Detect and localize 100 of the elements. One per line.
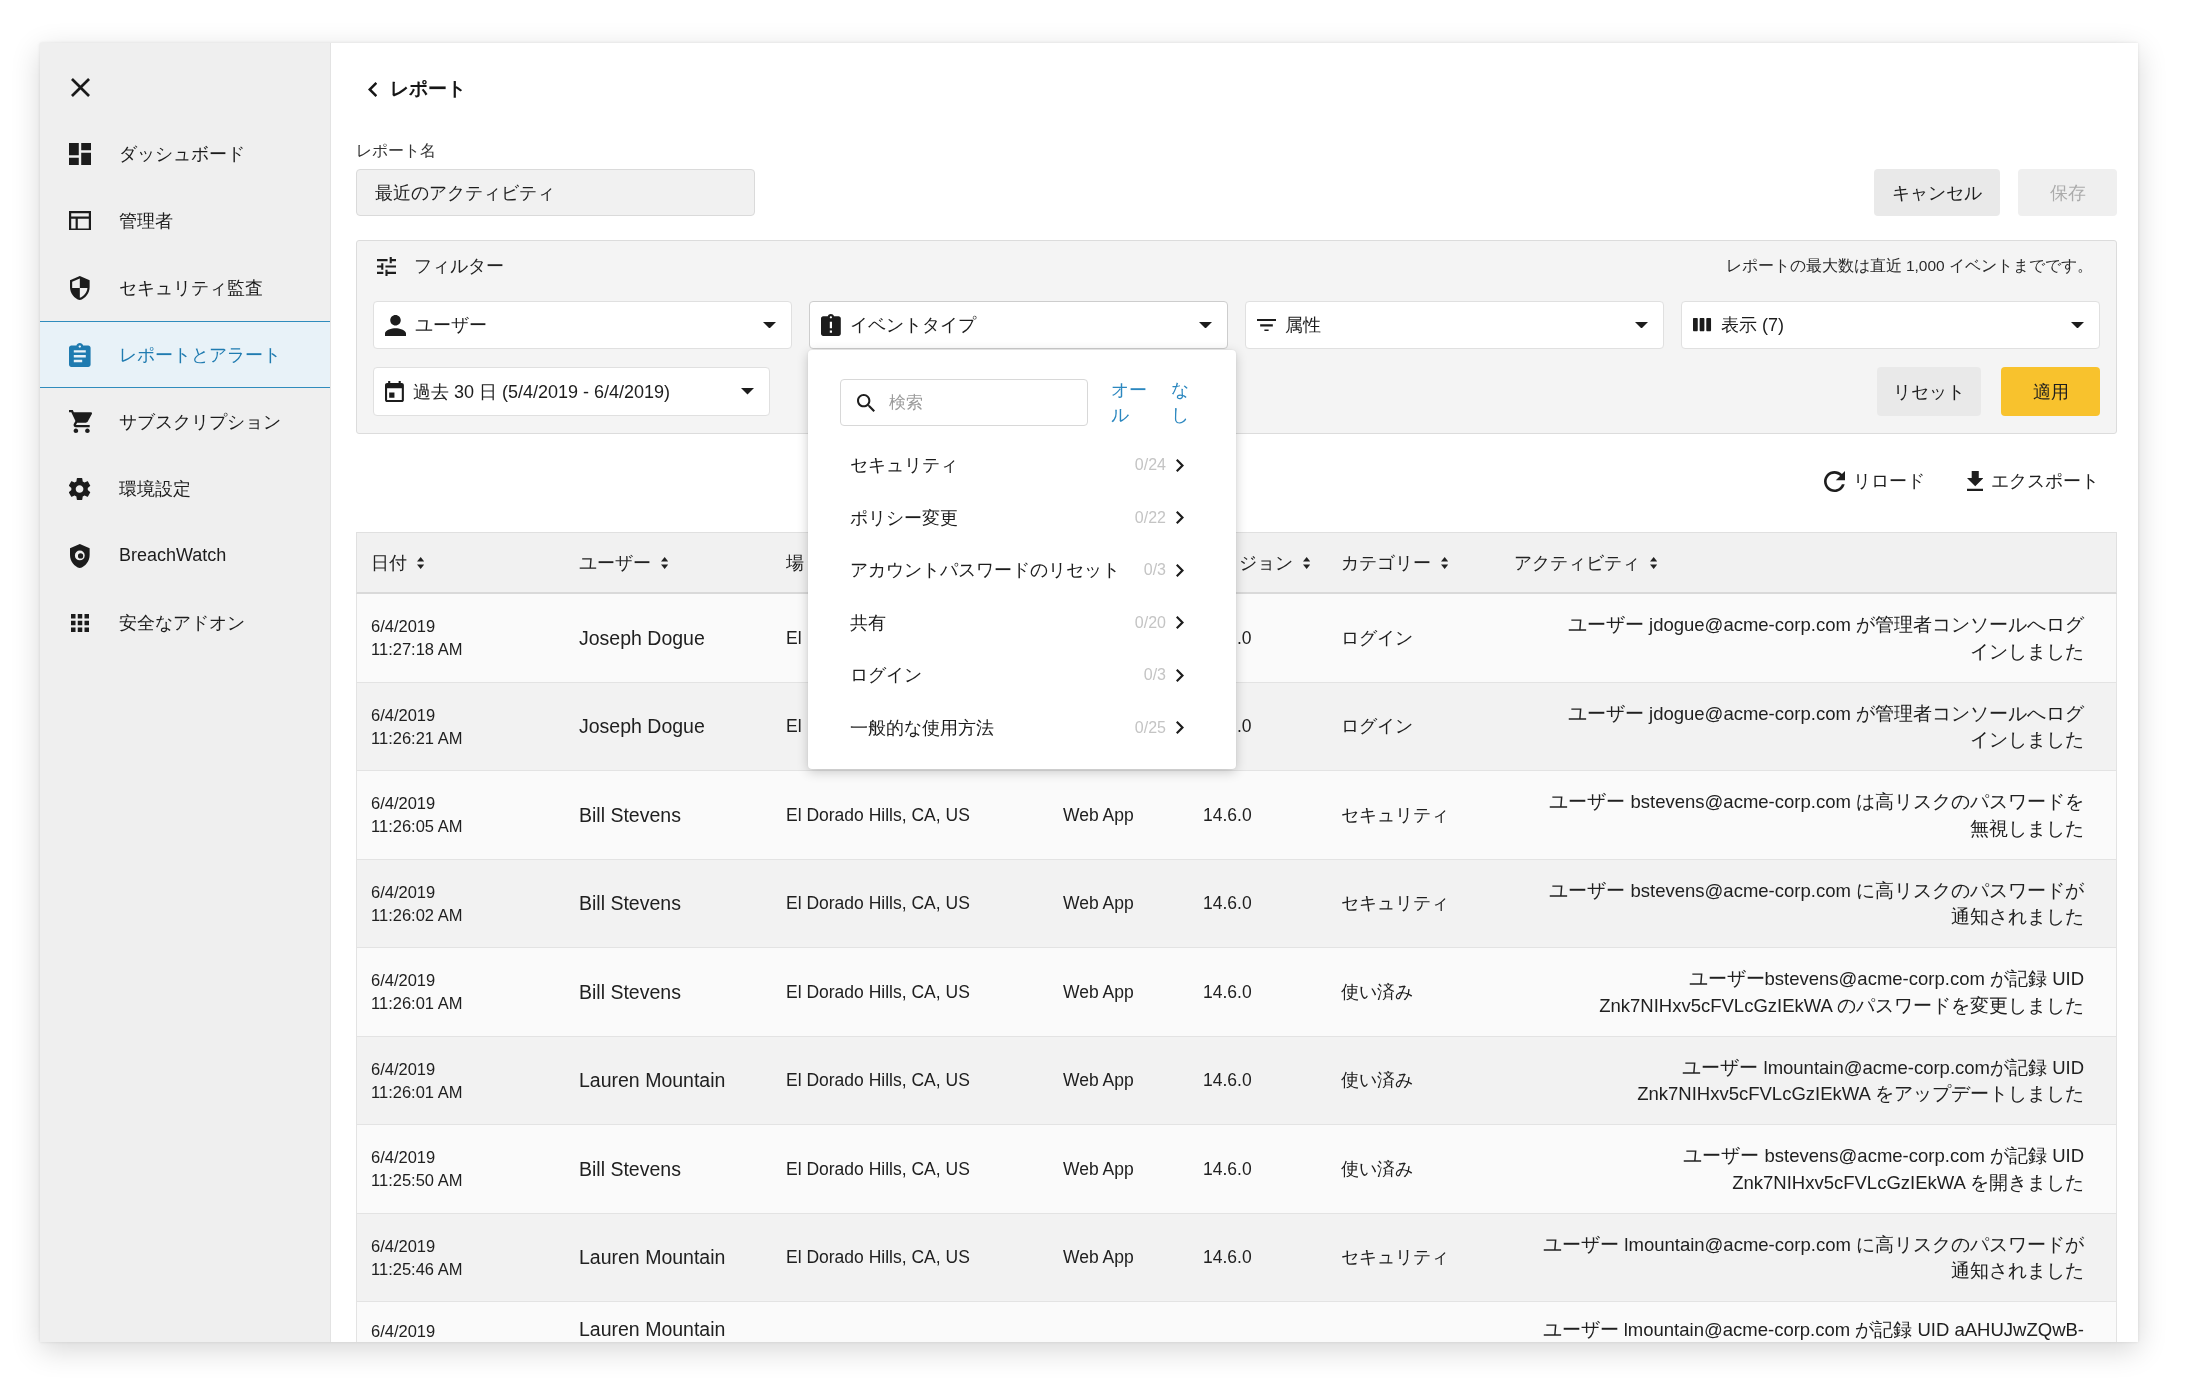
table-cell-text: Web App	[1063, 980, 1134, 1004]
column-header[interactable]: カテゴリー	[1341, 550, 1449, 575]
sort-icon	[661, 556, 669, 569]
menu-item[interactable]: 共有 0/20	[808, 596, 1236, 649]
report-name-field[interactable]: 最近のアクティビティ	[356, 169, 755, 216]
table-cell: Lauren Mountain	[579, 1068, 726, 1093]
table-cell-text: ユーザー jdogue@acme-corp.com が管理者コンソールへログ インしました	[1567, 701, 2084, 752]
filter-dropdown[interactable]: 属性	[1245, 301, 1664, 349]
shield-icon	[70, 275, 90, 300]
select-none-link[interactable]: なし	[1170, 377, 1191, 428]
menu-item[interactable]: ポリシー変更 0/22	[808, 491, 1236, 544]
cancel-button[interactable]: キャンセル	[1874, 169, 2000, 216]
column-header[interactable]: 日付	[371, 550, 425, 575]
caret-icon	[741, 388, 754, 395]
table-cell-text: 14.6.0	[1203, 980, 1252, 1004]
sidebar-item[interactable]: ダッシュボード	[40, 120, 330, 187]
select-all-link[interactable]: オール	[1111, 377, 1148, 428]
sidebar-item[interactable]: レポートとアラート	[40, 321, 330, 388]
table-cell-text: ユーザー bstevens@acme-corp.com が記録 UID Znk7NIHxv5cFVLcGzIEkWA を開きました	[1683, 1144, 2084, 1195]
sidebar-item[interactable]: 安全なアドオン	[40, 589, 330, 656]
column-header[interactable]: アクティビティ	[1514, 550, 1658, 575]
table-cell-text: El Dorado Hills, CA, US	[786, 980, 970, 1004]
filter-dropdown[interactable]: イベントタイプ	[809, 301, 1228, 349]
person-icon	[385, 314, 406, 336]
filter-dropdown[interactable]: ユーザー	[373, 301, 792, 349]
item-count: 0/25	[1134, 718, 1166, 737]
date-range-dropdown[interactable]: 過去 30 日 (5/4/2019 - 6/4/2019)	[373, 367, 770, 416]
reload-button[interactable]: リロード	[1823, 469, 1925, 493]
search-icon	[857, 393, 875, 412]
dashboard-icon	[69, 142, 91, 165]
table-cell-text: El Dorado Hills, CA, US	[786, 803, 970, 827]
sidebar-item[interactable]: サブスクリプション	[40, 388, 330, 455]
column-header[interactable]: ユーザー	[579, 550, 669, 575]
item-count: 0/3	[1143, 666, 1166, 685]
table-cell-text: Web App	[1063, 1157, 1134, 1181]
caret-icon	[2071, 321, 2084, 329]
table-cell-text: 6/4/2019 11:26:01 AM	[371, 1058, 463, 1103]
caret-icon	[1199, 321, 1212, 329]
close-icon	[70, 77, 90, 97]
column-header[interactable]: 場	[786, 550, 804, 575]
search-field[interactable]: 検索	[840, 379, 1088, 426]
table-cell-text: .0	[1237, 715, 1252, 739]
menu-item[interactable]: 一般的な使用方法 0/25	[808, 701, 1236, 754]
sidebar-item[interactable]: セキュリティ監査	[40, 254, 330, 321]
back-button[interactable]: レポート	[368, 75, 467, 103]
table-cell-text: Web App	[1063, 803, 1134, 827]
reset-button[interactable]: リセット	[1877, 367, 1981, 416]
shield-eye-icon	[70, 543, 90, 568]
table-cell: ユーザー lmountain@acme-corp.com が記録 UID aAHUJwZQwB-	[1542, 1318, 2084, 1342]
table-cell: Lauren Mountain	[579, 1318, 726, 1340]
table-cell: Bill Stevens	[579, 891, 681, 916]
table-cell-text: ユーザー bstevens@acme-corp.com は高リスクのパスワードを 無視しました	[1549, 790, 2084, 841]
menu-item[interactable]: アカウントパスワードのリセット 0/3	[808, 544, 1236, 597]
close-button[interactable]	[70, 75, 90, 99]
table-cell: Joseph Dogue	[579, 625, 705, 650]
filter-dropdown[interactable]: 表示 (7)	[1681, 301, 2100, 349]
export-button[interactable]: エクスポート	[1966, 469, 2099, 493]
table-cell-text: 使い済み	[1341, 1069, 1413, 1093]
panel-title: フィルター	[414, 255, 504, 278]
caret-icon	[1635, 321, 1648, 329]
table-cell-text: ユーザー lmountain@acme-corp.comが記録 UID Znk7NIHxv5cFVLcGzIEkWA をアップデートしました	[1637, 1055, 2084, 1106]
table-cell-text: .0	[1237, 626, 1252, 650]
table-cell-text: El Dorado Hills, CA, US	[786, 1157, 970, 1181]
caret-icon	[763, 321, 776, 329]
table-cell: Bill Stevens	[579, 802, 681, 827]
chevron-right-icon	[1176, 563, 1184, 577]
table-cell-text: 6/4/2019 11:26:01 AM	[371, 970, 463, 1014]
menu-item[interactable]: セキュリティ 0/24	[808, 439, 1236, 492]
grid-icon	[71, 613, 89, 632]
table-cell-text: ログイン	[1341, 715, 1413, 739]
item-count: 0/20	[1134, 613, 1166, 632]
apply-button[interactable]: 適用	[2001, 367, 2100, 416]
chevron-right-icon	[1176, 458, 1184, 472]
filter-icon	[1257, 318, 1276, 332]
chevron-right-icon	[1176, 721, 1184, 735]
table-cell-text: 6/4/2019 11:27:18 AM	[371, 616, 463, 660]
download-icon	[1966, 471, 1983, 491]
menu-item[interactable]: ログイン 0/3	[808, 649, 1236, 702]
table-cell: Bill Stevens	[579, 979, 681, 1004]
gear-icon	[69, 477, 91, 500]
calendar-icon	[385, 381, 404, 402]
column-header[interactable]: ジョン	[1239, 550, 1311, 575]
table-cell-text: 6/4/2019	[371, 1321, 436, 1342]
note-text: レポートの最大数は直近 1,000 イベントまでです。	[1725, 255, 2093, 276]
sidebar-item[interactable]: 管理者	[40, 187, 330, 254]
table-cell-text: Web App	[1063, 892, 1134, 916]
table-cell-text: 6/4/2019 11:26:05 AM	[371, 793, 463, 837]
table-cell-text: セキュリティ	[1341, 803, 1449, 827]
table-cell-text: El Dorado Hills, CA, US	[786, 1246, 970, 1270]
table-cell-text: Web App	[1063, 1246, 1134, 1270]
sidebar-item[interactable]: 環境設定	[40, 455, 330, 522]
field-label: レポート名	[356, 142, 436, 160]
sort-icon	[1441, 556, 1449, 569]
clipboard-icon	[69, 342, 91, 367]
columns-icon	[1693, 318, 1712, 332]
reload-icon	[1823, 470, 1845, 492]
item-count: 0/3	[1143, 561, 1166, 580]
sidebar-item[interactable]: BreachWatch	[40, 522, 330, 589]
sort-icon	[417, 556, 425, 569]
table-cell-text: El Dorado Hills, CA, US	[786, 892, 970, 916]
